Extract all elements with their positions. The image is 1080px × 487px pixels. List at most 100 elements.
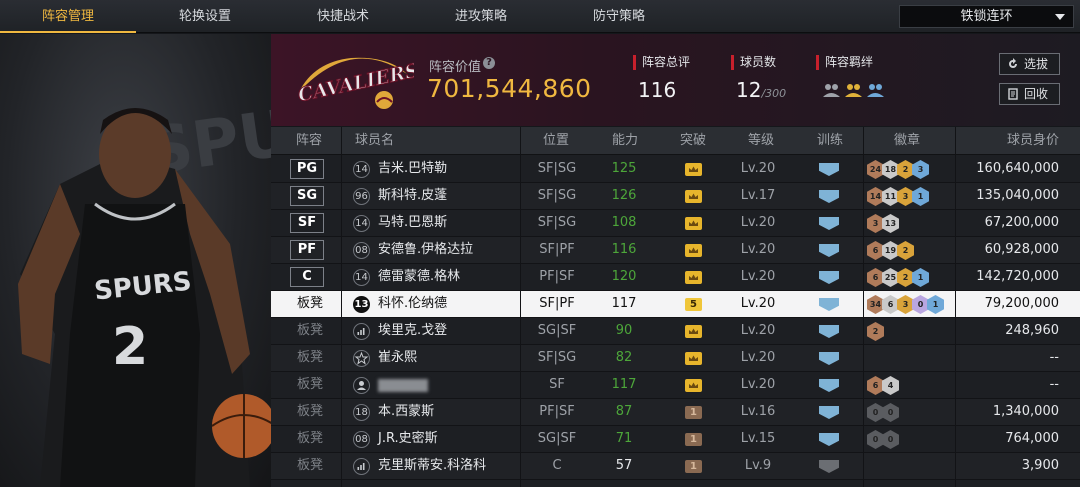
badge-silver-icon[interactable]: 25 — [882, 268, 899, 287]
breakthrough-crown-icon[interactable] — [685, 190, 702, 203]
table-row[interactable]: PF 08 安德鲁.伊格达拉 SF|PF 116 Lv.20 6 19 2 60,928,000 — [271, 237, 1080, 264]
badge-gold-icon[interactable]: 2 — [897, 241, 914, 260]
player-name[interactable]: 埃里克.戈登 — [378, 318, 447, 344]
col-lineup[interactable]: 阵容 — [296, 127, 322, 155]
training-icon[interactable] — [819, 271, 839, 284]
training-icon[interactable] — [819, 406, 839, 419]
tab-quick-tactics[interactable]: 快捷战术 — [274, 0, 412, 33]
training-icon[interactable] — [819, 190, 839, 203]
col-badges[interactable]: 徽章 — [894, 127, 920, 155]
badge-purple-icon[interactable]: 0 — [912, 295, 929, 314]
badge-silver-icon[interactable]: 19 — [882, 241, 899, 260]
training-icon[interactable] — [819, 163, 839, 176]
badge-bronze-icon[interactable]: 24 — [867, 160, 884, 179]
breakthrough-crown-icon[interactable] — [685, 163, 702, 176]
col-level[interactable]: 等级 — [748, 127, 774, 155]
breakthrough-crown-icon[interactable] — [685, 217, 702, 230]
lineup-slot[interactable]: SF — [290, 213, 324, 233]
breakthrough-level-badge[interactable]: 5 — [685, 298, 702, 311]
badge-bronze-icon[interactable]: 2 — [867, 322, 884, 341]
table-row[interactable]: 板凳 18 本.西蒙斯 PF|SF 87 1 Lv.16 0 0 1,340,000 — [271, 399, 1080, 426]
badge-grey-icon[interactable]: 0 — [882, 403, 899, 422]
badge-bronze-icon[interactable]: 3 — [867, 214, 884, 233]
table-row[interactable]: PG 14 吉米.巴特勒 SF|SG 125 Lv.20 24 18 2 3 160,640,000 — [271, 156, 1080, 183]
training-icon[interactable] — [819, 379, 839, 392]
col-player-price[interactable]: 球员身价 — [1007, 127, 1059, 155]
breakthrough-level-badge[interactable]: 1 — [685, 433, 702, 446]
badge-gold-icon[interactable]: 2 — [897, 160, 914, 179]
badge-bronze-icon[interactable]: 6 — [867, 241, 884, 260]
lineup-slot[interactable]: 板凳 — [297, 372, 323, 398]
player-name[interactable]: 崔永熙 — [378, 345, 417, 371]
badge-gold-icon[interactable]: 3 — [897, 295, 914, 314]
lineup-slot[interactable]: 板凳 — [297, 345, 323, 371]
select-button[interactable]: 选拔 — [999, 53, 1060, 75]
player-name[interactable]: 马特.巴恩斯 — [378, 210, 447, 236]
training-icon[interactable] — [819, 325, 839, 338]
lineup-slot[interactable]: C — [290, 267, 324, 287]
badge-grey-icon[interactable]: 0 — [882, 430, 899, 449]
badge-blue-icon[interactable]: 1 — [927, 295, 944, 314]
col-ability[interactable]: 能力 — [612, 127, 638, 155]
badge-blue-icon[interactable]: 1 — [912, 187, 929, 206]
training-icon[interactable] — [819, 244, 839, 257]
breakthrough-crown-icon[interactable] — [685, 244, 702, 257]
player-name[interactable]: 斯科特.皮蓬 — [378, 183, 447, 209]
tab-offense-strategy[interactable]: 进攻策略 — [412, 0, 550, 33]
badge-blue-icon[interactable]: 3 — [912, 160, 929, 179]
training-icon[interactable] — [819, 460, 839, 473]
breakthrough-crown-icon[interactable] — [685, 352, 702, 365]
player-name[interactable]: 本.西蒙斯 — [378, 399, 434, 425]
breakthrough-level-badge[interactable]: 1 — [685, 460, 702, 473]
table-row[interactable]: 板凳 克里斯蒂安.科洛科 C 57 1 Lv.9 3,900 — [271, 453, 1080, 480]
badge-bronze-icon[interactable]: 6 — [867, 376, 884, 395]
table-row[interactable]: 板凳 08 J.R.史密斯 SG|SF 71 1 Lv.15 0 0 764,000 — [271, 426, 1080, 453]
table-row[interactable]: SF 14 马特.巴恩斯 SF|SG 108 Lv.20 3 13 67,200,000 — [271, 210, 1080, 237]
table-row[interactable]: C 14 德雷蒙德.格林 PF|SF 120 Lv.20 6 25 2 1 142,720,000 — [271, 264, 1080, 291]
lineup-select-dropdown[interactable]: 铁锁连环 — [899, 5, 1074, 28]
breakthrough-crown-icon[interactable] — [685, 379, 702, 392]
training-icon[interactable] — [819, 217, 839, 230]
breakthrough-level-badge[interactable]: 1 — [685, 406, 702, 419]
col-training[interactable]: 训练 — [817, 127, 843, 155]
badge-silver-icon[interactable]: 11 — [882, 187, 899, 206]
badge-grey-icon[interactable]: 0 — [867, 430, 884, 449]
badge-grey-icon[interactable]: 0 — [867, 403, 884, 422]
lineup-slot[interactable]: 板凳 — [297, 426, 323, 452]
table-row[interactable]: 板凳 埃里克.戈登 SG|SF 90 Lv.20 2 248,960 — [271, 318, 1080, 345]
table-row[interactable]: 板凳 13 科怀.伦纳德 SF|PF 117 5 Lv.20 34 6 3 0 1 79,200,000 — [271, 291, 1080, 318]
lineup-slot[interactable]: 板凳 — [297, 291, 323, 317]
badge-silver-icon[interactable]: 18 — [882, 160, 899, 179]
col-position[interactable]: 位置 — [543, 127, 569, 155]
badge-gold-icon[interactable]: 3 — [897, 187, 914, 206]
tab-defense-strategy[interactable]: 防守策略 — [550, 0, 688, 33]
table-row[interactable]: 板凳 SF 117 Lv.20 6 4 -- — [271, 372, 1080, 399]
table-row[interactable]: 板凳 崔永熙 SF|SG 82 Lv.20 -- — [271, 345, 1080, 372]
lineup-slot[interactable]: PF — [290, 240, 324, 260]
badge-bronze-icon[interactable]: 6 — [867, 268, 884, 287]
training-icon[interactable] — [819, 352, 839, 365]
lineup-slot[interactable]: PG — [290, 159, 324, 179]
lineup-slot[interactable]: 板凳 — [297, 399, 323, 425]
training-icon[interactable] — [819, 298, 839, 311]
badge-bronze-icon[interactable]: 34 — [867, 295, 884, 314]
badge-gold-icon[interactable]: 2 — [897, 268, 914, 287]
badge-silver-icon[interactable]: 13 — [882, 214, 899, 233]
player-name[interactable]: 科怀.伦纳德 — [378, 291, 447, 317]
table-row[interactable]: SG 96 斯科特.皮蓬 SF|SG 126 Lv.17 14 11 3 1 135,040,000 — [271, 183, 1080, 210]
player-name[interactable]: 德雷蒙德.格林 — [378, 264, 460, 290]
col-breakthrough[interactable]: 突破 — [680, 127, 706, 155]
tab-lineup-management[interactable]: 阵容管理 — [0, 0, 136, 33]
col-player-name[interactable]: 球员名 — [355, 127, 394, 155]
tab-rotation-settings[interactable]: 轮换设置 — [136, 0, 274, 33]
badge-silver-icon[interactable]: 4 — [882, 376, 899, 395]
badge-bronze-icon[interactable]: 14 — [867, 187, 884, 206]
lineup-slot[interactable]: SG — [290, 186, 324, 206]
player-name[interactable]: 吉米.巴特勒 — [378, 156, 447, 182]
breakthrough-crown-icon[interactable] — [685, 325, 702, 338]
lineup-slot[interactable]: 板凳 — [297, 318, 323, 344]
lineup-slot[interactable]: 板凳 — [297, 453, 323, 479]
recycle-button[interactable]: 回收 — [999, 83, 1060, 105]
training-icon[interactable] — [819, 433, 839, 446]
player-name[interactable]: 安德鲁.伊格达拉 — [378, 237, 473, 263]
